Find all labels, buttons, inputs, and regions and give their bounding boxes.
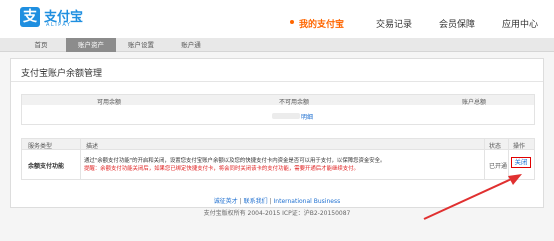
footer-link-contact[interactable]: 联系我们 <box>244 198 268 205</box>
footer-link-international[interactable]: International Business <box>274 198 341 205</box>
footer-copyright: 支付宝版权所有 2004-2015 ICP证：沪B2-20150087 <box>203 210 351 217</box>
footer-link-careers[interactable]: 诚征英才 <box>214 198 238 205</box>
footer-links: 诚征英才 | 联系我们 | International Business <box>0 196 554 205</box>
